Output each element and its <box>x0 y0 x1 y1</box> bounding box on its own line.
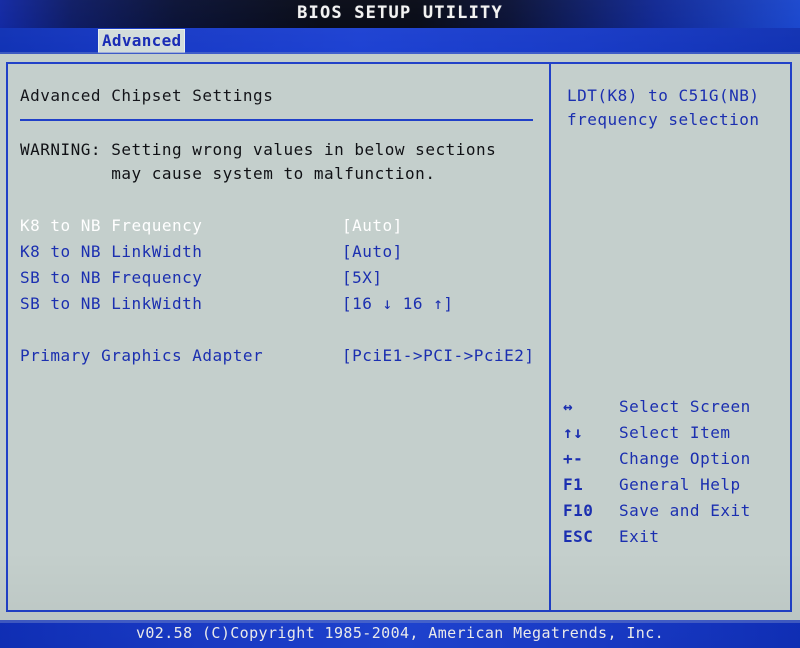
setting-value[interactable]: [5X] <box>342 268 383 287</box>
key-legend-row: ↔ Select Screen <box>551 397 790 423</box>
setting-label: Primary Graphics Adapter <box>20 346 264 365</box>
setting-value[interactable]: [16 ↓ 16 ↑] <box>342 294 453 313</box>
menu-tab-bar: Advanced <box>0 28 800 54</box>
setting-row[interactable]: SB to NB LinkWidth [16 ↓ 16 ↑] <box>20 294 540 318</box>
warning-line-2: may cause system to malfunction. <box>20 164 436 183</box>
key-legend-description: Select Screen <box>619 397 751 416</box>
setting-row[interactable]: K8 to NB Frequency [Auto] <box>20 216 540 240</box>
help-line-1: LDT(K8) to C51G(NB) <box>567 86 760 105</box>
key-legend-description: General Help <box>619 475 741 494</box>
key-legend-keys: ↔ <box>563 397 574 416</box>
key-legend-keys: ↑↓ <box>563 423 584 442</box>
key-legend-row: F10 Save and Exit <box>551 501 790 527</box>
key-legend-description: Exit <box>619 527 660 546</box>
key-legend-keys: F1 <box>563 475 584 494</box>
setting-value[interactable]: [PciE1->PCI->PciE2] <box>342 346 535 365</box>
key-legend-description: Select Item <box>619 423 731 442</box>
key-legend-keys: ESC <box>563 527 594 546</box>
tab-advanced[interactable]: Advanced <box>98 29 186 53</box>
page-title: BIOS SETUP UTILITY <box>297 3 503 23</box>
setting-label: SB to NB Frequency <box>20 268 203 287</box>
setting-label: SB to NB LinkWidth <box>20 294 203 313</box>
help-pane: LDT(K8) to C51G(NB) frequency selection … <box>551 64 790 610</box>
bios-setup-screen: BIOS SETUP UTILITY Advanced Advanced Chi… <box>0 0 800 648</box>
setting-row[interactable]: K8 to NB LinkWidth [Auto] <box>20 242 540 266</box>
setting-label: K8 to NB LinkWidth <box>20 242 203 261</box>
warning-line-1: WARNING: Setting wrong values in below s… <box>20 140 497 159</box>
setting-row[interactable]: Primary Graphics Adapter [PciE1->PCI->Pci… <box>20 346 540 370</box>
key-legend-description: Change Option <box>619 449 751 468</box>
title-bar: BIOS SETUP UTILITY <box>0 0 800 28</box>
key-legend-keys: +- <box>563 449 584 468</box>
key-legend-row: ↑↓ Select Item <box>551 423 790 449</box>
title-separator <box>20 119 533 121</box>
content-frame: Advanced Chipset Settings WARNING: Setti… <box>6 62 792 612</box>
key-legend-row: +- Change Option <box>551 449 790 475</box>
key-legend-row: F1 General Help <box>551 475 790 501</box>
setting-label: K8 to NB Frequency <box>20 216 203 235</box>
footer-highlight <box>0 620 800 623</box>
pane-title: Advanced Chipset Settings <box>20 86 274 105</box>
setting-value[interactable]: [Auto] <box>342 242 403 261</box>
settings-pane: Advanced Chipset Settings WARNING: Setti… <box>8 64 549 610</box>
footer-bar: v02.58 (C)Copyright 1985-2004, American … <box>0 620 800 648</box>
help-line-2: frequency selection <box>567 110 760 129</box>
footer-text: v02.58 (C)Copyright 1985-2004, American … <box>135 624 665 642</box>
key-legend-row: ESC Exit <box>551 527 790 553</box>
key-legend-description: Save and Exit <box>619 501 751 520</box>
key-legend-keys: F10 <box>563 501 594 520</box>
setting-value[interactable]: [Auto] <box>342 216 403 235</box>
setting-row[interactable]: SB to NB Frequency [5X] <box>20 268 540 292</box>
